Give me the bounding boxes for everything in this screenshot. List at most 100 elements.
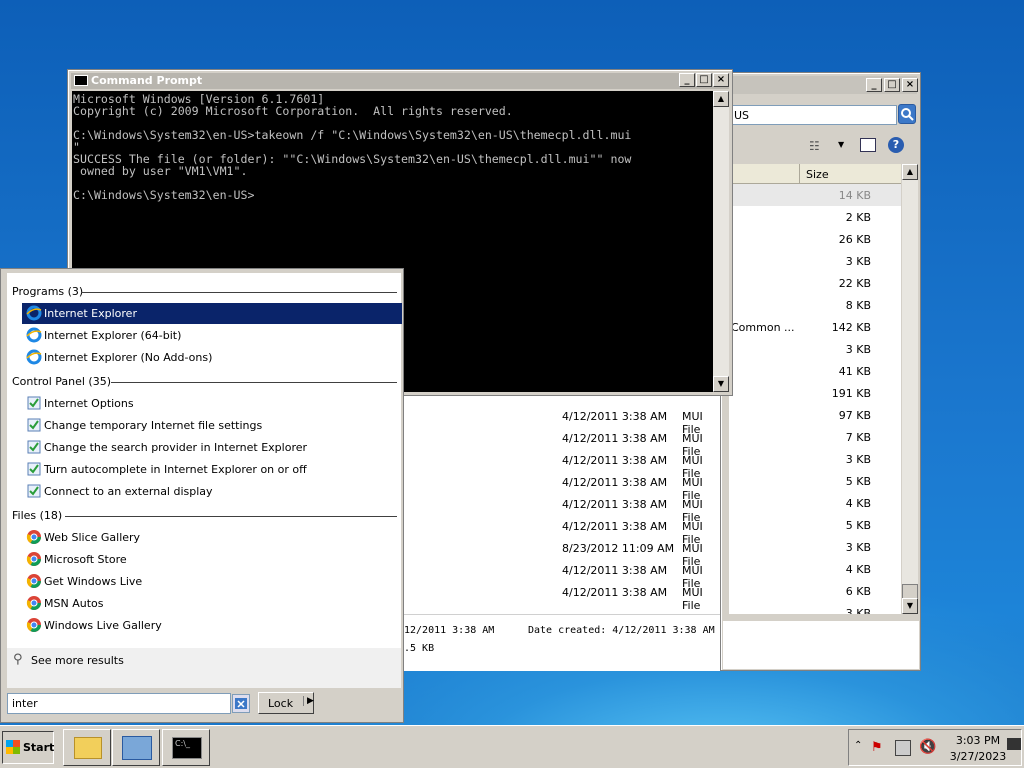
file-size: 97 KB xyxy=(838,409,871,422)
table-row[interactable]: 5 KB xyxy=(729,470,901,492)
clock-time[interactable]: 3:03 PM xyxy=(953,734,1003,747)
result-label: Internet Explorer (64-bit) xyxy=(44,329,182,342)
internet-explorer-icon xyxy=(26,305,42,321)
result-item[interactable]: MSN Autos xyxy=(22,593,402,614)
maximize-button[interactable]: □ xyxy=(696,73,712,87)
result-item[interactable]: Connect to an external display xyxy=(22,481,402,502)
scroll-down-arrow[interactable]: ▼ xyxy=(713,376,729,392)
search-input[interactable]: inter xyxy=(7,693,231,714)
help-icon[interactable]: ? xyxy=(888,137,904,153)
table-row[interactable]: 4/12/2011 3:38 AM MUI File xyxy=(404,405,720,436)
table-row[interactable]: 2 KB xyxy=(729,206,901,228)
control-panel-icon xyxy=(26,483,42,499)
explorer-titlebar[interactable]: _ □ × xyxy=(724,76,918,94)
table-row[interactable]: 41 KB xyxy=(729,360,901,382)
table-row[interactable]: 3 KB xyxy=(729,338,901,360)
file-list[interactable]: 14 KB 2 KB 26 KB 3 KB 22 KB 8 KB 142 KB 3 KB 41 … xyxy=(729,184,901,614)
table-row[interactable]: 4 KB xyxy=(729,492,901,514)
chevron-up-icon[interactable]: ⌃ xyxy=(854,740,862,751)
result-label: Change temporary Internet file settings xyxy=(44,419,263,432)
explorer-window[interactable]: _ □ × US ☷ ▼ ? Size 14 KB 2 KB 26 KB 3 KB 22… xyxy=(720,72,921,671)
close-button[interactable]: × xyxy=(713,73,729,87)
file-size: 5 KB xyxy=(845,475,871,488)
table-row[interactable]: 6 KB xyxy=(729,580,901,602)
search-icon[interactable] xyxy=(898,104,916,124)
preview-pane-icon[interactable] xyxy=(860,138,876,152)
start-button[interactable]: Start xyxy=(2,731,54,764)
table-row[interactable]: 5 KB xyxy=(729,514,901,536)
table-row[interactable]: 97 KB xyxy=(729,404,901,426)
table-row[interactable]: 22 KB xyxy=(729,272,901,294)
table-row[interactable]: 4/12/2011 3:38 AM MUI File xyxy=(404,493,720,524)
result-item[interactable]: Internet Explorer xyxy=(22,303,402,324)
table-row[interactable]: 191 KB xyxy=(729,382,901,404)
scroll-up-arrow[interactable]: ▲ xyxy=(902,164,918,180)
result-label: Microsoft Store xyxy=(44,553,127,566)
table-row[interactable]: 3 KB xyxy=(729,536,901,558)
scroll-up-arrow[interactable]: ▲ xyxy=(713,91,729,107)
table-row[interactable]: 4/12/2011 3:38 AM MUI File xyxy=(404,559,720,590)
table-row[interactable]: 3 KB xyxy=(729,250,901,272)
address-bar[interactable]: US xyxy=(729,105,897,125)
table-row[interactable]: 14 KB xyxy=(729,184,901,206)
result-item[interactable]: Windows Live Gallery xyxy=(22,615,402,636)
explorer-taskbar-button[interactable] xyxy=(63,729,111,766)
result-item[interactable]: Internet Explorer (No Add-ons) xyxy=(22,347,402,368)
network-icon[interactable] xyxy=(895,740,911,756)
table-row[interactable]: 4/12/2011 3:38 AM MUI File xyxy=(404,427,720,458)
minimize-button[interactable]: _ xyxy=(679,73,695,87)
table-row[interactable]: 4/12/2011 3:38 AM MUI File xyxy=(404,515,720,546)
table-row[interactable]: 8 KB xyxy=(729,294,901,316)
result-item[interactable]: Get Windows Live xyxy=(22,571,402,592)
scrollbar[interactable]: ▲ ▼ xyxy=(713,91,729,392)
minimize-button[interactable]: _ xyxy=(866,78,882,92)
result-item[interactable]: Change the search provider in Internet E… xyxy=(22,437,402,458)
close-button[interactable]: × xyxy=(902,78,918,92)
internet-explorer-icon xyxy=(26,349,42,365)
volume-muted-icon[interactable]: 🔇 xyxy=(919,739,936,755)
table-row[interactable]: 4/12/2011 3:38 AM MUI File xyxy=(404,471,720,502)
see-more-results[interactable]: ⚲ See more results xyxy=(7,648,401,688)
result-item[interactable]: Change temporary Internet file settings xyxy=(22,415,402,436)
chevron-down-icon[interactable]: ▼ xyxy=(838,140,844,149)
result-item[interactable]: Microsoft Store xyxy=(22,549,402,570)
table-row[interactable]: 8/23/2012 11:09 AM MUI File xyxy=(404,537,720,568)
console-line: Copyright (c) 2009 Microsoft Corporation… xyxy=(73,104,513,118)
result-label: Internet Explorer (No Add-ons) xyxy=(44,351,213,364)
detail-modified: 12/2011 3:38 AM xyxy=(404,625,495,636)
result-item[interactable]: Web Slice Gallery xyxy=(22,527,402,548)
scroll-down-arrow[interactable]: ▼ xyxy=(902,598,918,614)
divider xyxy=(111,382,397,383)
lock-button[interactable]: Lock ▶ xyxy=(258,692,314,714)
start-menu[interactable]: Programs (3) Internet Explorer Internet Ex… xyxy=(0,268,404,723)
table-row[interactable]: 3 KB xyxy=(729,448,901,470)
result-label: Windows Live Gallery xyxy=(44,619,162,632)
control-panel-taskbar-button[interactable] xyxy=(112,729,160,766)
see-more-label[interactable]: See more results xyxy=(31,654,124,667)
table-row[interactable]: 26 KB xyxy=(729,228,901,250)
cmd-titlebar[interactable]: Command Prompt _ □ × xyxy=(71,73,729,89)
result-item[interactable]: Internet Explorer (64-bit) xyxy=(22,325,402,346)
table-row[interactable]: 4 KB xyxy=(729,558,901,580)
scrollbar[interactable]: ▲ ▼ xyxy=(902,164,918,614)
notification-area: ⌃ ⚑ 🔇 3:03 PM 3/27/2023 xyxy=(848,729,1022,766)
start-label: Start xyxy=(23,741,55,754)
table-row[interactable]: 3 KB xyxy=(729,602,901,614)
table-row[interactable]: 4/12/2011 3:38 AM MUI File xyxy=(404,581,720,612)
file-list-continued[interactable]: 4/12/2011 3:38 AM MUI File 4/12/2011 3:38 … xyxy=(404,392,720,614)
table-row[interactable]: 7 KB xyxy=(729,426,901,448)
maximize-button[interactable]: □ xyxy=(884,78,900,92)
control-panel-icon xyxy=(26,439,42,455)
result-item[interactable]: Internet Options xyxy=(22,393,402,414)
cmd-taskbar-button[interactable]: C:\_ xyxy=(162,729,210,766)
show-desktop-icon[interactable] xyxy=(1007,738,1021,750)
result-item[interactable]: Turn autocomplete in Internet Explorer o… xyxy=(22,459,402,480)
file-size: 5 KB xyxy=(845,519,871,532)
size-column-header[interactable]: Size xyxy=(799,164,835,184)
table-row[interactable]: 4/12/2011 3:38 AM MUI File xyxy=(404,449,720,480)
clock-date[interactable]: 3/27/2023 xyxy=(949,750,1007,763)
action-center-flag-icon[interactable]: ⚑ xyxy=(871,740,887,756)
clear-search-icon[interactable] xyxy=(232,694,250,713)
views-icon[interactable]: ☷ xyxy=(809,139,820,153)
chevron-right-icon[interactable]: ▶ xyxy=(303,696,314,706)
